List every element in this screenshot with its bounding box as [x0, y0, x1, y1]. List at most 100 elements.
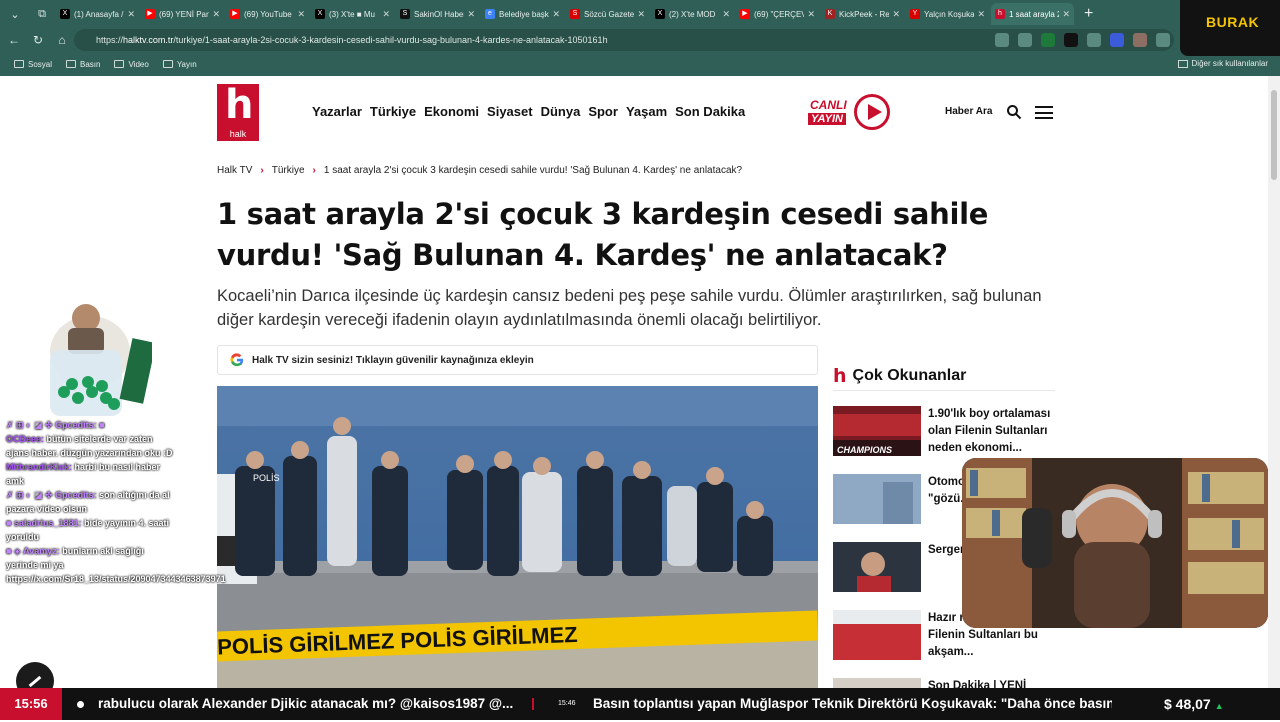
browser-tab[interactable]: h 1 saat arayla 2 ✕ — [991, 3, 1074, 25]
browser-tab[interactable]: S SakinOl Haber ✕ — [396, 3, 479, 25]
close-tab-icon[interactable]: ✕ — [1062, 9, 1070, 20]
browser-chrome: ⌄ ⧉ X(1) Anasayfa / X✕▶(69) YENİ Parti✕▶… — [0, 0, 1280, 76]
close-tab-icon[interactable]: ✕ — [212, 9, 220, 20]
tab-favicon-icon: X — [655, 9, 665, 19]
close-tab-icon[interactable]: ✕ — [382, 9, 390, 20]
extension-icon[interactable] — [1018, 33, 1032, 47]
main-nav: Yazarlar Türkiye Ekonomi Siyaset Dünya S… — [312, 104, 753, 119]
close-tab-icon[interactable]: ✕ — [722, 9, 730, 20]
halktv-logo[interactable]: h halk — [217, 82, 259, 141]
reload-icon[interactable]: ↻ — [28, 30, 48, 50]
tab-menu-icon[interactable]: ⌄ — [3, 3, 27, 25]
tab-title: (3) X'te ■ Mu — [329, 9, 375, 19]
tab-title: (2) X'te MOD — [669, 9, 716, 19]
browser-tab[interactable]: Y Yalçın Koşukav ✕ — [906, 3, 989, 25]
nav-link[interactable]: Türkiye — [370, 104, 416, 119]
nav-link[interactable]: Son Dakika — [675, 104, 745, 119]
ticker-clock: 15:56 — [0, 688, 62, 720]
browser-tab[interactable]: ▶ (69) YouTube ✕ — [226, 3, 309, 25]
most-read-item[interactable]: Son Dakika | YENİ — [833, 678, 1055, 688]
new-tab-button[interactable]: + — [1084, 5, 1093, 23]
google-icon — [230, 353, 244, 367]
nav-link[interactable]: Siyaset — [487, 104, 533, 119]
extension-icon[interactable] — [1110, 33, 1124, 47]
browser-tab[interactable]: e Belediye başka ✕ — [481, 3, 564, 25]
workspaces-icon[interactable]: ⧉ — [30, 3, 54, 25]
extension-icon[interactable] — [1087, 33, 1101, 47]
browser-tab[interactable]: K KickPeek - Rea ✕ — [821, 3, 904, 25]
news-thumbnail — [833, 474, 921, 524]
close-tab-icon[interactable]: ✕ — [127, 9, 135, 20]
nav-link[interactable]: Ekonomi — [424, 104, 479, 119]
browser-tab[interactable]: S Sözcü Gazetes ✕ — [566, 3, 649, 25]
close-tab-icon[interactable]: ✕ — [977, 9, 985, 20]
news-thumbnail: CHAMPIONS — [833, 406, 921, 456]
nav-link[interactable]: Yazarlar — [312, 104, 362, 119]
google-news-banner[interactable]: Halk TV sizin sesiniz! Tıklayın güvenili… — [217, 345, 818, 375]
extension-icon[interactable] — [995, 33, 1009, 47]
tab-favicon-icon: X — [60, 9, 70, 19]
stream-chat-overlay: ✗ ⊞ ◐ ◪ ✤ Gpcedits: ■ OCDeee: bütün site… — [0, 418, 226, 648]
bookmark-folder[interactable]: Yayın — [162, 60, 197, 69]
tab-title: Belediye başka — [499, 9, 550, 19]
nav-link[interactable]: Dünya — [541, 104, 581, 119]
tab-favicon-icon: h — [995, 9, 1005, 19]
article-photo[interactable]: POLİS GİRİLMEZ POLİS GİRİLMEZ POLİS — [217, 386, 818, 688]
bookmark-folder[interactable]: Sosyal — [14, 60, 52, 69]
news-thumbnail — [833, 542, 921, 592]
search-icon[interactable] — [1006, 104, 1022, 120]
bookmark-folder[interactable]: Basın — [66, 60, 100, 69]
live-broadcast-button[interactable]: CANLI YAYIN — [808, 94, 892, 132]
browser-tab[interactable]: X (1) Anasayfa / X✕ — [56, 3, 139, 25]
back-icon[interactable]: ← — [4, 30, 24, 50]
browser-tab[interactable]: X (2) X'te MOD ✕ — [651, 3, 734, 25]
extension-icon[interactable] — [1064, 33, 1078, 47]
most-read-item[interactable]: CHAMPIONS 1.90'lık boy ortalaması olan F… — [833, 406, 1055, 458]
extension-icon[interactable] — [1133, 33, 1147, 47]
search-label[interactable]: Haber Ara — [945, 106, 992, 117]
home-icon[interactable]: ⌂ — [52, 30, 72, 50]
chevron-right-icon: › — [260, 165, 264, 176]
browser-tab[interactable]: X (3) X'te ■ Mu ✕ — [311, 3, 394, 25]
bookmark-folder[interactable]: Video — [114, 60, 149, 69]
close-tab-icon[interactable]: ✕ — [467, 9, 475, 20]
close-tab-icon[interactable]: ✕ — [297, 9, 305, 20]
browser-tab[interactable]: ▶ (69) YENİ Parti ✕ — [141, 3, 224, 25]
browser-tab[interactable]: ▶ (69) "ÇERÇEVE✕ — [736, 3, 819, 25]
close-tab-icon[interactable]: ✕ — [552, 9, 560, 20]
folder-icon — [66, 60, 77, 68]
chat-message: ■ ◈ Avamyz: bunların akl sağlığı yerinde… — [6, 546, 226, 584]
nav-link[interactable]: Yaşam — [626, 104, 667, 119]
close-tab-icon[interactable]: ✕ — [807, 9, 815, 20]
address-bar-row: ← ↻ ⌂ https://halktv.com.tr/turkiye/1-sa… — [0, 29, 1280, 51]
ticker-item[interactable]: rabulucu olarak Alexander Djikic atanaca… — [98, 688, 513, 720]
chat-message: MithrandirKick: harbi bu nasıl haber amk — [6, 462, 161, 486]
tab-title: KickPeek - Rea — [839, 9, 890, 19]
tab-favicon-icon: S — [570, 9, 580, 19]
tab-favicon-icon: e — [485, 9, 495, 19]
folder-icon — [1177, 60, 1188, 68]
streamer-webcam — [962, 458, 1268, 628]
tab-strip: ⌄ ⧉ X(1) Anasayfa / X✕▶(69) YENİ Parti✕▶… — [0, 0, 1180, 28]
chat-message: ✗ ⊞ ◐ ◪ ✤ Gpcedits: ■ — [6, 420, 105, 430]
extension-icons — [986, 33, 1170, 47]
close-tab-icon[interactable]: ✕ — [892, 9, 900, 20]
nav-link[interactable]: Spor — [588, 104, 618, 119]
page-scrollbar[interactable] — [1268, 76, 1280, 688]
extension-icon[interactable] — [1041, 33, 1055, 47]
hamburger-menu-icon[interactable] — [1035, 106, 1053, 119]
extension-icon[interactable] — [1156, 33, 1170, 47]
tab-title: (69) YouTube — [244, 9, 292, 19]
tab-title: (1) Anasayfa / X — [74, 9, 124, 19]
other-bookmarks[interactable]: Diğer sık kullanılanlar — [1177, 56, 1268, 72]
news-thumbnail — [833, 678, 921, 688]
chevron-right-icon: › — [312, 165, 316, 176]
folder-icon — [114, 60, 125, 68]
close-tab-icon[interactable]: ✕ — [637, 9, 645, 20]
exchange-rate: $ 48,07 ▲ — [1112, 688, 1280, 720]
ticker-item[interactable]: Basın toplantısı yapan Muğlaspor Teknik … — [593, 688, 1113, 720]
breadcrumb-link[interactable]: Türkiye — [272, 165, 305, 176]
breadcrumb-link[interactable]: Halk TV — [217, 165, 252, 176]
tab-favicon-icon: S — [400, 9, 410, 19]
streamer-avatar-overlay — [50, 304, 152, 416]
